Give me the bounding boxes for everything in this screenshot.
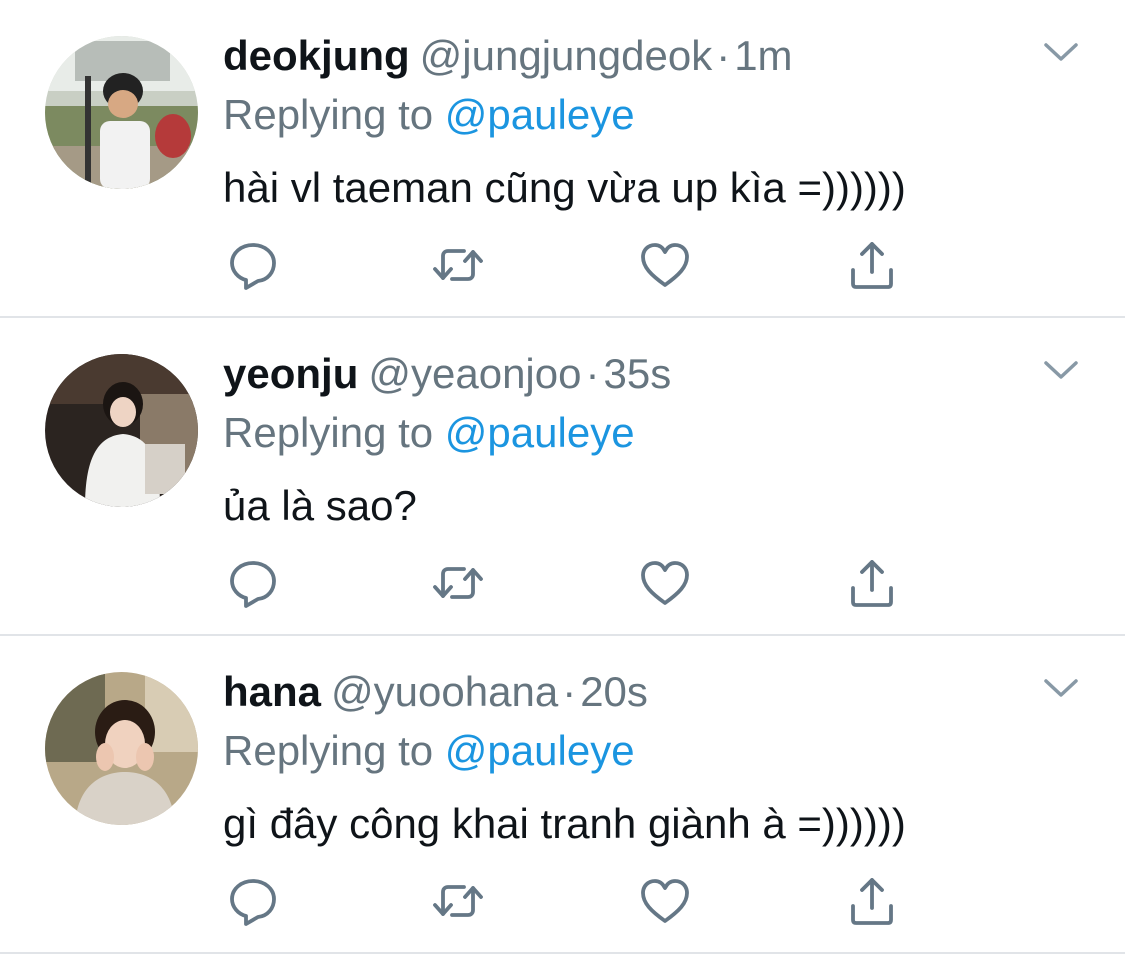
tweet[interactable]: yeonju @yeaonjoo·35s Replying to @pauleye…: [0, 318, 1125, 636]
heart-icon: [641, 879, 689, 923]
avatar-photo: [45, 36, 198, 189]
share-icon: [851, 560, 893, 607]
avatar-photo: [45, 672, 198, 825]
user-handle[interactable]: @jungjungdeok: [420, 32, 713, 79]
replying-to: Replying to @pauleye: [223, 725, 635, 777]
like-button[interactable]: [638, 874, 692, 928]
replying-label: Replying to: [223, 409, 434, 456]
user-handle[interactable]: @yuoohana: [331, 668, 558, 715]
chevron-down-icon[interactable]: [1043, 676, 1079, 700]
display-name[interactable]: deokjung: [223, 32, 410, 79]
tweet-text: gì đây công khai tranh giành à =)))))): [223, 800, 906, 847]
separator-dot: ·: [716, 32, 731, 79]
replying-to: Replying to @pauleye: [223, 407, 635, 459]
reply-button[interactable]: [226, 874, 280, 928]
retweet-icon: [433, 249, 483, 281]
avatar[interactable]: [45, 354, 198, 507]
user-handle[interactable]: @yeaonjoo: [368, 350, 581, 397]
tweet-actions: [0, 238, 1125, 292]
share-button[interactable]: [845, 874, 899, 928]
reply-feed: deokjung @jungjungdeok·1m Replying to @pa…: [0, 0, 1125, 954]
replying-label: Replying to: [223, 727, 434, 774]
avatar[interactable]: [45, 36, 198, 189]
tweet-actions: [0, 556, 1125, 610]
reply-icon: [230, 879, 276, 926]
replying-label: Replying to: [223, 91, 434, 138]
display-name[interactable]: yeonju: [223, 350, 358, 397]
display-name[interactable]: hana: [223, 668, 321, 715]
reply-icon: [230, 243, 276, 290]
retweet-icon: [433, 567, 483, 599]
separator-dot: ·: [562, 668, 577, 715]
share-icon: [851, 242, 893, 289]
mention-link[interactable]: @pauleye: [445, 409, 635, 456]
share-button[interactable]: [845, 238, 899, 292]
heart-icon: [641, 243, 689, 287]
avatar-photo: [45, 354, 198, 507]
replying-to: Replying to @pauleye: [223, 89, 635, 141]
timestamp[interactable]: 35s: [603, 350, 671, 397]
tweet-text: ủa là sao?: [223, 482, 417, 529]
tweet[interactable]: hana @yuoohana·20s Replying to @pauleye g…: [0, 636, 1125, 954]
retweet-button[interactable]: [431, 874, 485, 928]
tweet-header: yeonju @yeaonjoo·35s: [223, 348, 671, 400]
tweet-header: hana @yuoohana·20s: [223, 666, 648, 718]
avatar[interactable]: [45, 672, 198, 825]
separator-dot: ·: [585, 350, 600, 397]
mention-link[interactable]: @pauleye: [445, 727, 635, 774]
mention-link[interactable]: @pauleye: [445, 91, 635, 138]
chevron-down-icon[interactable]: [1043, 40, 1079, 64]
retweet-button[interactable]: [431, 556, 485, 610]
tweet-actions: [0, 874, 1125, 928]
share-icon: [851, 878, 893, 925]
tweet[interactable]: deokjung @jungjungdeok·1m Replying to @pa…: [0, 0, 1125, 318]
retweet-button[interactable]: [431, 238, 485, 292]
reply-button[interactable]: [226, 556, 280, 610]
tweet-text: hài vl taeman cũng vừa up kìa =)))))): [223, 164, 906, 211]
retweet-icon: [433, 885, 483, 917]
reply-icon: [230, 561, 276, 608]
like-button[interactable]: [638, 238, 692, 292]
heart-icon: [641, 561, 689, 605]
like-button[interactable]: [638, 556, 692, 610]
reply-button[interactable]: [226, 238, 280, 292]
share-button[interactable]: [845, 556, 899, 610]
tweet-header: deokjung @jungjungdeok·1m: [223, 30, 793, 82]
timestamp[interactable]: 20s: [580, 668, 648, 715]
timestamp[interactable]: 1m: [734, 32, 792, 79]
chevron-down-icon[interactable]: [1043, 358, 1079, 382]
